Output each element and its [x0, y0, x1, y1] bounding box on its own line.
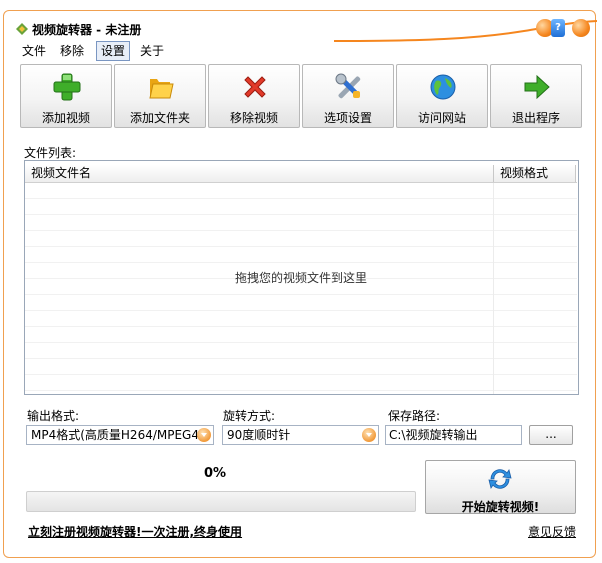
- column-header-filename[interactable]: 视频文件名: [25, 165, 494, 182]
- title-bar[interactable]: 视频旋转器 - 未注册 ?: [4, 11, 597, 47]
- rotation-label: 旋转方式:: [223, 409, 276, 423]
- menu-about[interactable]: 关于: [136, 41, 168, 61]
- add-folder-label: 添加文件夹: [129, 111, 190, 125]
- browse-button[interactable]: ...: [529, 425, 573, 445]
- chevron-down-icon[interactable]: [197, 428, 211, 442]
- exit-arrow-icon: [524, 74, 550, 100]
- file-list-header: 视频文件名 视频格式: [25, 165, 577, 183]
- start-rotate-button[interactable]: 开始旋转视频!: [425, 460, 576, 514]
- file-list-label: 文件列表:: [24, 146, 77, 160]
- globe-icon: [430, 74, 456, 100]
- file-list[interactable]: 视频文件名 视频格式 拖拽您的视频文件到这里: [24, 160, 579, 395]
- window-title: 视频旋转器 - 未注册: [32, 23, 142, 37]
- visit-website-label: 访问网站: [417, 111, 466, 125]
- exit-button[interactable]: 退出程序: [490, 64, 582, 128]
- column-header-format[interactable]: 视频格式: [494, 165, 576, 182]
- rotation-value: 90度顺时针: [227, 428, 291, 442]
- column-divider: [493, 183, 494, 394]
- register-link[interactable]: 立刻注册视频旋转器!一次注册,终身使用: [28, 523, 242, 540]
- save-path-input[interactable]: C:\视频旋转输出: [385, 425, 522, 445]
- file-list-rows: [25, 183, 577, 394]
- menu-settings[interactable]: 设置: [96, 41, 131, 61]
- close-button[interactable]: [572, 19, 590, 37]
- output-format-value: MP4格式(高质量H264/MPEG4): [31, 428, 204, 442]
- app-logo-icon: [16, 23, 28, 35]
- start-rotate-label: 开始旋转视频!: [461, 500, 540, 514]
- remove-video-label: 移除视频: [229, 111, 278, 125]
- save-path-label: 保存路径:: [388, 409, 441, 423]
- tools-icon: [335, 73, 361, 99]
- exit-label: 退出程序: [511, 111, 560, 125]
- progress-bar: [26, 491, 416, 512]
- output-format-select[interactable]: MP4格式(高质量H264/MPEG4): [26, 425, 214, 445]
- menu-remove[interactable]: 移除: [56, 41, 88, 61]
- drop-hint: 拖拽您的视频文件到这里: [234, 271, 367, 285]
- chevron-down-icon[interactable]: [362, 428, 376, 442]
- add-video-label: 添加视频: [41, 111, 90, 125]
- rotate-icon: [488, 469, 512, 489]
- rotation-select[interactable]: 90度顺时针: [222, 425, 379, 445]
- progress-percent: 0%: [203, 466, 227, 481]
- toolbar: 添加视频 添加文件夹 移除视频 选项设置 访问网站 退出程序: [20, 64, 582, 128]
- help-icon[interactable]: ?: [551, 19, 565, 37]
- menu-file[interactable]: 文件: [18, 41, 50, 61]
- plus-icon: [53, 73, 81, 101]
- remove-x-icon: [244, 76, 266, 98]
- add-folder-button[interactable]: 添加文件夹: [114, 64, 206, 128]
- feedback-link[interactable]: 意见反馈: [528, 523, 576, 540]
- options-button[interactable]: 选项设置: [302, 64, 394, 128]
- folder-icon: [149, 79, 174, 99]
- add-video-button[interactable]: 添加视频: [20, 64, 112, 128]
- remove-video-button[interactable]: 移除视频: [208, 64, 300, 128]
- output-format-label: 输出格式:: [27, 409, 80, 423]
- options-label: 选项设置: [323, 111, 372, 125]
- visit-website-button[interactable]: 访问网站: [396, 64, 488, 128]
